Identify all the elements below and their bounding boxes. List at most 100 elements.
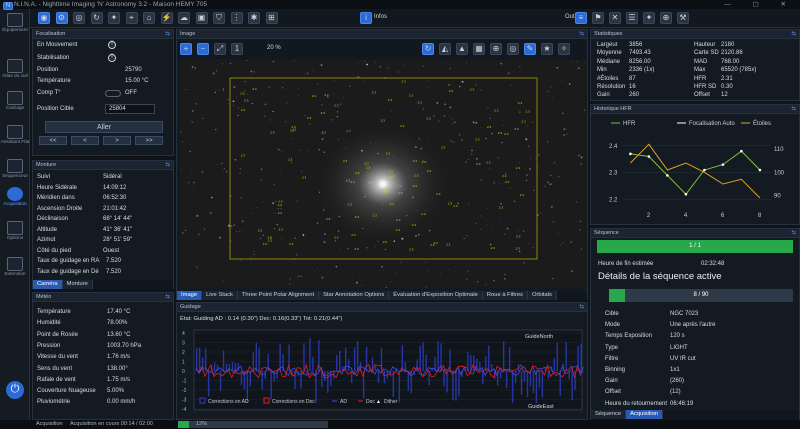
grid-icon[interactable]: ▦ <box>473 43 485 55</box>
fit-icon[interactable]: ⤢ <box>214 43 226 55</box>
nav-item-1[interactable]: Atlas du ciel <box>0 59 30 80</box>
target-position-input[interactable]: 25804 <box>105 104 155 114</box>
svg-text:2.3: 2.3 <box>244 99 249 103</box>
sequence-tab[interactable]: Acquisition <box>626 410 664 419</box>
hfr-xtick: 6 <box>721 213 725 219</box>
image-tab[interactable]: Three Point Polar Alignment <box>237 291 320 300</box>
flag-icon[interactable]: ⚑ <box>592 12 604 24</box>
sliders-icon[interactable]: ☰ <box>626 12 638 24</box>
rotate-icon[interactable]: ↻ <box>422 43 434 55</box>
hfr-ytick-left: 2.2 <box>609 198 618 204</box>
nav-item-2[interactable]: Cadrage <box>0 91 30 112</box>
svg-text:2.3: 2.3 <box>402 79 407 83</box>
nav-label: Extension <box>4 272 26 277</box>
crosshair-icon[interactable]: ⊕ <box>490 43 502 55</box>
extra-icon[interactable]: ⊞ <box>265 12 278 24</box>
wand-icon[interactable]: ✧ <box>558 43 570 55</box>
focuser-step-button[interactable]: >> <box>135 136 163 145</box>
crosshair-icon[interactable]: ⊕ <box>660 12 672 24</box>
nav-item-6[interactable]: Options <box>0 221 30 242</box>
temp-comp-toggle[interactable]: OFF <box>125 90 137 96</box>
filter-wheel-icon[interactable]: ⚙ <box>55 12 68 24</box>
mount-tab[interactable]: Caméra <box>33 280 63 289</box>
focuser-icon[interactable]: ◎ <box>73 12 85 24</box>
svg-text:2.3: 2.3 <box>418 101 423 105</box>
svg-text:2.3: 2.3 <box>312 94 317 98</box>
move-focuser-button[interactable]: Aller <box>45 121 163 133</box>
power-icon[interactable]: ⏻ <box>6 381 24 399</box>
target-icon[interactable]: ◎ <box>507 43 519 55</box>
safety-monitor-icon[interactable]: ⛉ <box>213 12 225 24</box>
focuser-step-button[interactable]: < <box>71 136 99 145</box>
image-tab[interactable]: Live Stack <box>202 291 238 300</box>
stat-value: 7493.43 <box>629 50 651 57</box>
zoom-in-icon[interactable]: + <box>180 43 192 55</box>
flat-panel-icon[interactable]: ▣ <box>195 12 208 24</box>
image-tab[interactable]: Orbitals <box>527 291 557 300</box>
rotator-icon[interactable]: ↻ <box>90 12 103 24</box>
pen-icon[interactable]: ✎ <box>524 43 536 55</box>
dome-icon[interactable]: ⌂ <box>143 12 155 24</box>
image-tab[interactable]: Roue à Filtres <box>482 291 528 300</box>
triangle-icon[interactable]: ▲ <box>456 43 468 55</box>
svg-text:2.3: 2.3 <box>351 233 356 237</box>
actual-size-icon[interactable]: 1 <box>231 43 243 55</box>
focuser-step-button[interactable]: > <box>103 136 131 145</box>
mirror-icon[interactable]: ◭ <box>439 43 451 55</box>
hub-icon[interactable]: ⋮ <box>230 12 243 24</box>
pin-icon[interactable]: ⇆ <box>791 105 796 114</box>
svg-text:2.3: 2.3 <box>398 191 403 195</box>
image-tab[interactable]: Star Annotation Options <box>319 291 390 300</box>
svg-text:2.3: 2.3 <box>322 130 327 134</box>
sequence-tab[interactable]: Séquence <box>591 410 627 419</box>
guider-icon[interactable]: ⌖ <box>125 12 138 24</box>
weather-icon[interactable]: ☁ <box>178 12 190 24</box>
weather-panel: Météo ⇆ Température 17.40 °C Humidité 78.00%… <box>32 292 174 420</box>
pin-icon[interactable]: ⇆ <box>165 161 170 170</box>
weather-value: 138.00° <box>107 365 128 372</box>
nav-item-0[interactable]: Équipement <box>0 13 30 34</box>
nav-item-7[interactable]: Extension <box>0 257 30 278</box>
cross-icon[interactable]: ✕ <box>609 12 621 24</box>
pin-icon[interactable]: ⇆ <box>579 30 584 39</box>
stat-label: Hauteur <box>694 42 716 48</box>
svg-text:2.3: 2.3 <box>373 213 378 217</box>
zoom-out-icon[interactable]: − <box>197 43 209 55</box>
pin-icon[interactable]: ⇆ <box>165 30 170 39</box>
nav-item-4[interactable]: Séquenceur <box>0 159 30 180</box>
infos-label[interactable]: Infos <box>374 14 387 20</box>
pin-icon[interactable]: ⇆ <box>791 30 796 39</box>
compass-icon[interactable]: ✦ <box>643 12 655 24</box>
svg-text:2.3: 2.3 <box>278 199 283 203</box>
image-title: Image <box>180 31 196 37</box>
pin-icon[interactable]: ⇆ <box>791 229 796 238</box>
plugins-icon[interactable]: ✱ <box>248 12 260 24</box>
svg-text:2.3: 2.3 <box>414 173 419 177</box>
weather-label: Point de Rosée <box>37 331 79 338</box>
telescope-icon[interactable]: ✦ <box>108 12 120 24</box>
layers-icon[interactable]: ≡ <box>575 12 587 24</box>
sequence-progress-text: 1 / 1 <box>689 243 701 249</box>
focuser-step-button[interactable]: << <box>39 136 67 145</box>
image-tab[interactable]: Évaluation d'Exposition Optimale <box>389 291 483 300</box>
sky-image[interactable]: 2.3 2.3 2.3 2.3 2.3 2.3 2.3 2.3 2.3 2.3 2.3 2.3 2.3 2… <box>180 60 585 288</box>
mount-header: Monture ⇆ <box>33 161 173 170</box>
info-icon[interactable]: i <box>360 12 372 24</box>
tools-icon[interactable]: ⚒ <box>677 12 689 24</box>
nav-label: Assistant Flat <box>0 140 30 145</box>
window-controls[interactable]: — ▢ ✕ <box>724 0 796 9</box>
camera-icon[interactable]: ◉ <box>38 12 50 24</box>
svg-text:2.3: 2.3 <box>396 228 401 232</box>
pin-icon[interactable]: ⇆ <box>579 303 584 312</box>
star-icon[interactable]: ★ <box>541 43 553 55</box>
svg-text:2.3: 2.3 <box>355 171 360 175</box>
toggle-switch[interactable] <box>105 90 121 97</box>
pin-icon[interactable]: ⇆ <box>165 293 170 302</box>
mount-tabs: Caméra Monture <box>33 280 173 289</box>
nav-label: Cadrage <box>5 106 25 111</box>
nav-item-3[interactable]: Assistant Flat <box>0 125 30 146</box>
switch-icon[interactable]: ⚡ <box>160 12 173 24</box>
image-tab[interactable]: Image <box>177 291 203 300</box>
nav-item-5[interactable]: Acquisition <box>0 187 30 208</box>
mount-tab[interactable]: Monture <box>62 280 93 289</box>
